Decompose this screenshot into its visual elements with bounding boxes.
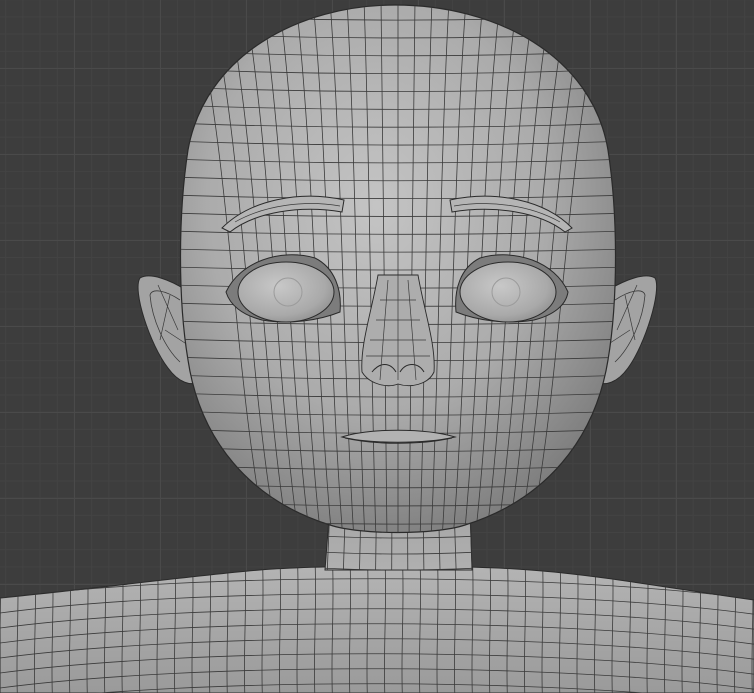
head-mesh (179, 4, 617, 534)
shoulders-mesh (0, 565, 754, 693)
3d-viewport[interactable] (0, 0, 754, 693)
mesh-render (0, 4, 754, 693)
